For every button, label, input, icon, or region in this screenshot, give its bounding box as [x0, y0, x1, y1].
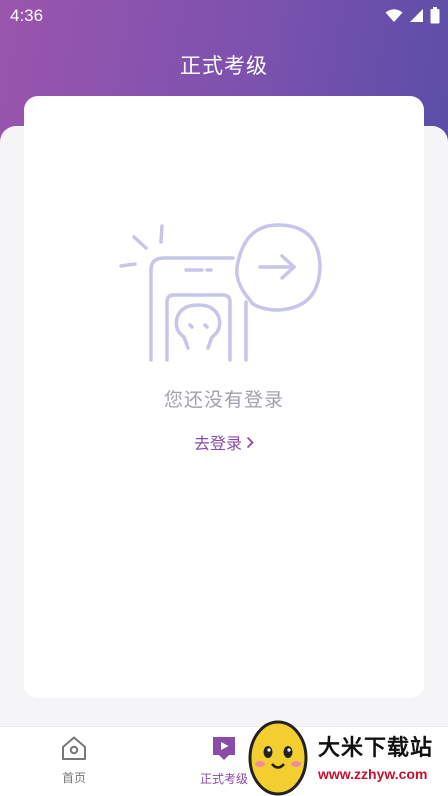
status-bar: 4:36 — [0, 0, 448, 32]
page-title: 正式考级 — [180, 54, 268, 78]
login-link-label: 去登录 — [193, 434, 242, 453]
signal-icon — [410, 9, 423, 22]
login-link[interactable]: 去登录 — [0, 430, 448, 454]
tab-home[interactable]: 首页 — [34, 735, 114, 786]
watermark-url: www.zzhyw.com — [318, 766, 428, 782]
status-time: 4:36 — [10, 6, 44, 25]
watermark-title: 大米下载站 — [318, 736, 434, 761]
battery-icon — [430, 7, 440, 24]
home-icon — [62, 736, 86, 760]
not-logged-in-message: 您还没有登录 — [163, 389, 284, 411]
exam-bookmark-icon — [213, 737, 235, 760]
chevron-right-icon — [246, 436, 254, 449]
tab-home-label: 首页 — [61, 771, 86, 785]
status-icons — [385, 7, 440, 24]
wifi-icon — [385, 8, 403, 22]
phone-login-arrow-icon — [119, 223, 322, 362]
